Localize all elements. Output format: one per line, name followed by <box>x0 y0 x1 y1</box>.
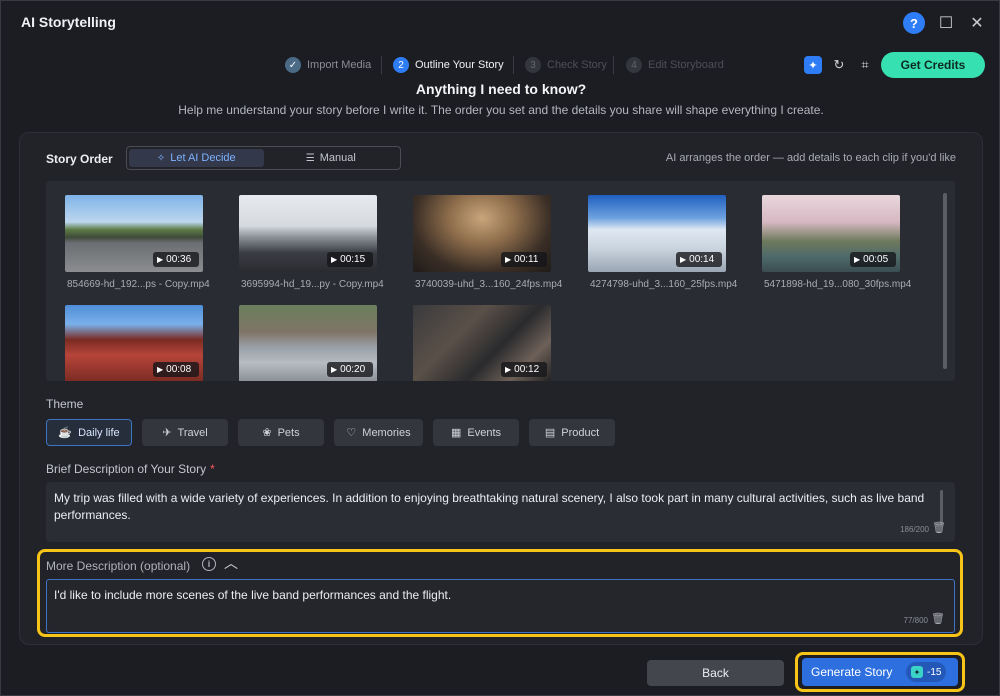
step-check-story: 3 Check Story <box>525 56 607 74</box>
option-label: Let AI Decide <box>170 152 236 164</box>
theme-pets[interactable]: ❀ Pets <box>238 419 324 446</box>
heart-icon: ♡ <box>346 427 357 439</box>
video-icon: ▶ <box>331 255 338 264</box>
step-label: Edit Storyboard <box>648 59 724 71</box>
theme-memories[interactable]: ♡ Memories <box>334 419 423 446</box>
step-number: 2 <box>393 57 409 73</box>
maximize-icon[interactable]: ☐ <box>935 12 957 34</box>
trash-icon[interactable]: 🗑 <box>932 521 946 534</box>
clipboard-icon: ▤ <box>544 427 556 439</box>
page-subtitle: Help me understand your story before I w… <box>178 103 824 117</box>
story-order-toggle: ✧ Let AI Decide ☰ Manual <box>126 146 401 170</box>
sparkle-icon: ✧ <box>156 152 166 164</box>
brief-description-field[interactable]: My trip was filled with a wide variety o… <box>46 482 955 542</box>
more-description-label: More Description (optional) <box>46 559 191 573</box>
coffee-cup-icon: ☕ <box>58 427 73 439</box>
clip-duration: ▶ 00:14 <box>676 252 722 267</box>
sliders-icon: ☰ <box>305 152 315 164</box>
step-edit-storyboard: 4 Edit Storyboard <box>626 56 724 74</box>
manual-option[interactable]: ☰ Manual <box>264 149 399 167</box>
step-label: Outline Your Story <box>415 59 504 71</box>
titlebar: AI Storytelling ? ☐ ✕ <box>1 1 1000 45</box>
theme-daily-life[interactable]: ☕ Daily life <box>46 419 132 446</box>
video-icon: ▶ <box>505 365 512 374</box>
close-icon[interactable]: ✕ <box>966 12 988 34</box>
step-divider <box>513 56 514 74</box>
credit-icon: ✦ <box>911 666 923 678</box>
story-order-label: Story Order <box>46 152 113 166</box>
step-divider <box>613 56 614 74</box>
required-mark: * <box>210 462 215 476</box>
step-label: Check Story <box>547 59 607 71</box>
media-scrollbar[interactable] <box>943 193 947 369</box>
char-counter: 77/800 <box>903 616 928 625</box>
video-icon: ▶ <box>680 255 687 264</box>
info-icon[interactable]: i <box>202 557 216 571</box>
ai-sparkle-icon[interactable]: ✦ <box>804 56 822 74</box>
media-grid: ▶ 00:36 854669-hd_192...ps - Copy.mp4 ▶ 00… <box>46 181 955 381</box>
video-icon: ▶ <box>331 365 338 374</box>
get-credits-button[interactable]: Get Credits <box>881 52 985 78</box>
credit-cost-badge: ✦ -15 <box>906 662 947 682</box>
check-icon: ✓ <box>285 57 301 73</box>
video-icon: ▶ <box>854 255 861 264</box>
clip-duration: ▶ 00:08 <box>153 362 199 377</box>
paw-icon: ❀ <box>262 427 272 439</box>
window-title: AI Storytelling <box>21 14 116 30</box>
step-label: Import Media <box>307 59 372 71</box>
more-description-field[interactable]: I'd like to include more scenes of the l… <box>46 579 955 633</box>
video-icon: ▶ <box>505 255 512 264</box>
generate-story-label: Generate Story <box>811 665 893 679</box>
gift-icon[interactable]: ⌗ <box>856 56 874 74</box>
step-number: 4 <box>626 57 642 73</box>
clip-duration: ▶ 00:20 <box>327 362 373 377</box>
trash-icon[interactable]: 🗑 <box>931 612 945 625</box>
brief-description-text[interactable]: My trip was filled with a wide variety o… <box>54 490 934 524</box>
step-divider <box>381 56 382 74</box>
clip-filename: 854669-hd_192...ps - Copy.mp4 <box>67 279 210 290</box>
more-description-text[interactable]: I'd like to include more scenes of the l… <box>54 588 451 602</box>
story-order-hint: AI arranges the order — add details to e… <box>665 152 956 164</box>
clip-duration: ▶ 00:36 <box>153 252 199 267</box>
theme-label: Theme <box>46 397 84 411</box>
clip-duration: ▶ 00:05 <box>850 252 896 267</box>
app-window: AI Storytelling ? ☐ ✕ ✓ Import Media 2 O… <box>0 0 1000 696</box>
clip-duration: ▶ 00:11 <box>501 252 547 267</box>
description-scrollbar[interactable] <box>940 490 943 524</box>
step-number: 3 <box>525 57 541 73</box>
char-counter: 186/200 <box>900 525 929 534</box>
video-icon: ▶ <box>157 365 164 374</box>
theme-product[interactable]: ▤ Product <box>529 419 615 446</box>
help-icon[interactable]: ? <box>903 12 925 34</box>
theme-travel[interactable]: ✈ Travel <box>142 419 228 446</box>
clip-filename: 3740039-uhd_3...160_24fps.mp4 <box>415 279 563 290</box>
calendar-icon: ▦ <box>450 427 462 439</box>
clip-duration: ▶ 00:15 <box>327 252 373 267</box>
option-label: Manual <box>319 152 356 164</box>
page-title: Anything I need to know? <box>415 81 587 97</box>
clip-duration: ▶ 00:12 <box>501 362 547 377</box>
theme-events[interactable]: ▦ Events <box>433 419 519 446</box>
clip-filename: 4274798-uhd_3...160_25fps.mp4 <box>590 279 738 290</box>
step-import-media[interactable]: ✓ Import Media <box>285 56 371 74</box>
brief-description-label: Brief Description of Your Story * <box>46 462 215 476</box>
step-outline-story[interactable]: 2 Outline Your Story <box>393 56 504 74</box>
video-icon: ▶ <box>157 255 164 264</box>
let-ai-decide-option[interactable]: ✧ Let AI Decide <box>129 149 264 167</box>
clip-filename: 5471898-hd_19...080_30fps.mp4 <box>764 279 912 290</box>
chevron-up-icon[interactable]: ︿ <box>224 553 238 573</box>
back-button[interactable]: Back <box>647 660 784 686</box>
plane-icon: ✈ <box>162 427 172 439</box>
refresh-icon[interactable]: ↻ <box>830 56 848 74</box>
clip-filename: 3695994-hd_19...py - Copy.mp4 <box>241 279 384 290</box>
